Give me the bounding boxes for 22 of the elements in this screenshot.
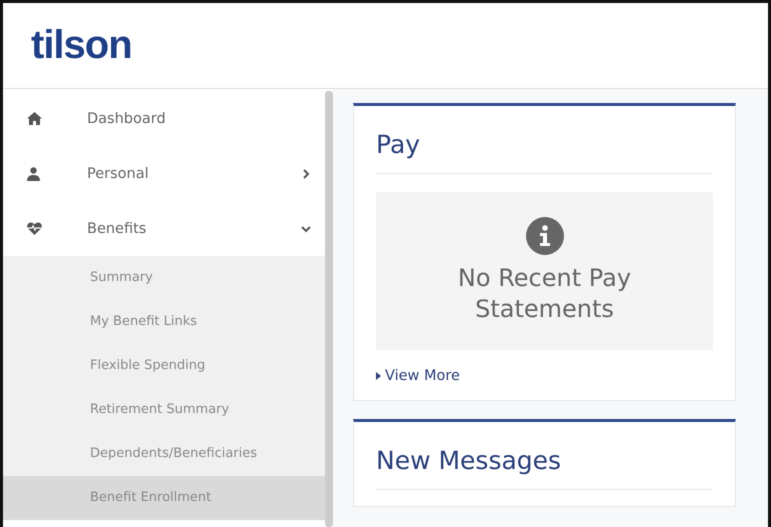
submenu-item[interactable]: Flexible Spending — [3, 344, 325, 388]
scrollbar[interactable] — [325, 91, 333, 527]
caret-icon — [376, 372, 381, 380]
submenu-item[interactable]: Benefit Enrollment — [3, 476, 325, 520]
info-icon — [526, 216, 564, 255]
sidebar-item[interactable]: Dashboard — [3, 91, 325, 146]
chevron-right-icon — [301, 168, 311, 178]
submenu-item[interactable]: Summary — [3, 256, 325, 300]
empty-message: No Recent Pay Statements — [456, 262, 632, 325]
home-icon — [27, 112, 42, 125]
heartbeat-icon — [27, 222, 42, 235]
logo: tilson — [31, 23, 132, 68]
submenu-item[interactable]: My Benefit Links — [3, 300, 325, 344]
card-title: Pay — [376, 106, 713, 174]
sidebar-item[interactable]: Benefits — [3, 201, 325, 256]
sidebar-item[interactable]: Personal — [3, 146, 325, 201]
submenu-item[interactable]: Dependents/Beneficiaries — [3, 432, 325, 476]
person-icon — [27, 166, 40, 180]
view-more-link[interactable]: View More — [376, 368, 460, 384]
chevron-down-icon — [301, 224, 311, 234]
submenu-item[interactable]: Retirement Summary — [3, 388, 325, 432]
card-title: New Messages — [376, 422, 713, 490]
